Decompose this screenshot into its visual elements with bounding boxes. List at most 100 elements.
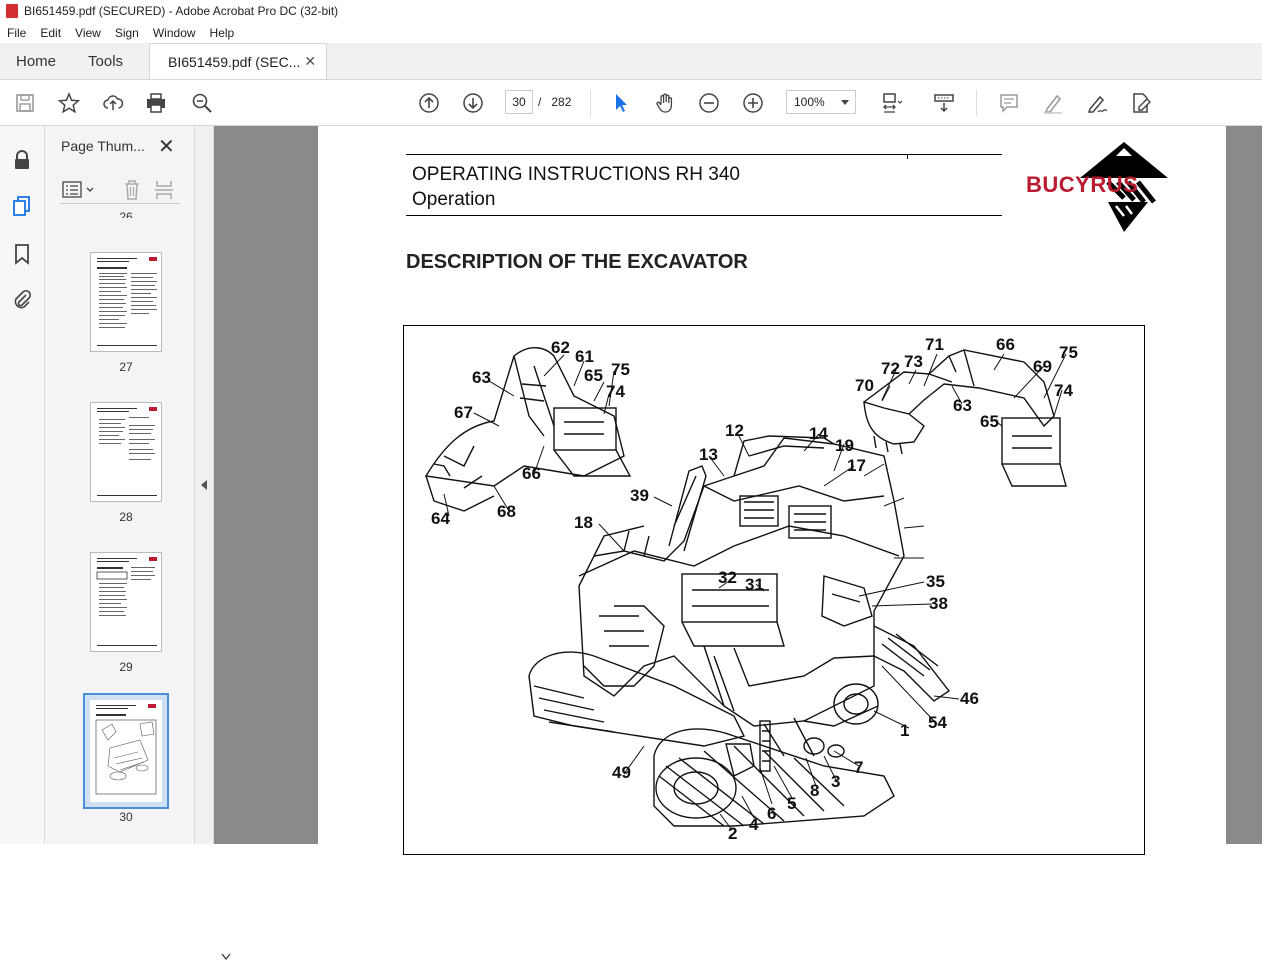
- hand-tool-icon[interactable]: [651, 89, 679, 117]
- delete-page-icon[interactable]: [122, 179, 142, 201]
- tab-bar: Home Tools BI651459.pdf (SEC... ✕: [0, 43, 1262, 80]
- bookmark-icon[interactable]: [10, 242, 34, 266]
- highlight-pen-icon[interactable]: [1039, 89, 1067, 117]
- page-fit-icon[interactable]: [878, 89, 906, 117]
- pdf-app-icon: [6, 4, 18, 18]
- callout-number: 5: [787, 794, 797, 813]
- attachment-icon[interactable]: [10, 288, 34, 312]
- document-header: OPERATING INSTRUCTIONS RH 340 Operation: [406, 154, 1002, 216]
- callout-number: 46: [960, 689, 979, 708]
- callout-number: 1: [900, 721, 910, 740]
- close-panel-icon[interactable]: ✕: [158, 134, 175, 159]
- menu-bar: File Edit View Sign Window Help: [0, 22, 1262, 43]
- page-thumbnails-panel: Page Thum... ✕ 26 27 28 29 30: [45, 126, 232, 961]
- zoom-search-icon[interactable]: [188, 89, 216, 117]
- tab-document[interactable]: BI651459.pdf (SEC... ✕: [149, 43, 328, 79]
- callout-number: 72: [881, 359, 900, 378]
- thumbnail-label-28: 28: [119, 510, 133, 524]
- callout-number: 54: [928, 713, 947, 732]
- callout-number: 75: [611, 360, 630, 379]
- callout-number: 39: [630, 486, 649, 505]
- zoom-in-icon[interactable]: [739, 89, 767, 117]
- comment-icon[interactable]: [995, 89, 1023, 117]
- tab-document-label: BI651459.pdf (SEC...: [168, 53, 301, 70]
- callout-number: 69: [1033, 357, 1052, 376]
- callout-number: 73: [904, 352, 923, 371]
- callout-number: 67: [454, 403, 473, 422]
- callout-number: 61: [575, 347, 594, 366]
- toolbar-divider: [590, 90, 591, 116]
- callout-number: 66: [522, 464, 541, 483]
- zoom-out-icon[interactable]: [695, 89, 723, 117]
- menu-help[interactable]: Help: [203, 26, 242, 40]
- collapse-arrow-icon: [201, 480, 207, 490]
- menu-file[interactable]: File: [0, 26, 33, 40]
- callout-number: 74: [606, 382, 625, 401]
- save-icon[interactable]: [11, 89, 39, 117]
- callout-number: 6: [767, 804, 777, 823]
- callout-number: 7: [854, 758, 864, 777]
- callout-number: 4: [749, 815, 759, 834]
- thumbnail-page-28[interactable]: [90, 402, 162, 502]
- cloud-upload-icon[interactable]: [99, 89, 127, 117]
- thumbnail-page-29[interactable]: [90, 552, 162, 652]
- zoom-level-select[interactable]: 100%: [786, 90, 856, 114]
- tab-tools[interactable]: Tools: [72, 43, 139, 79]
- thumbnail-label-27: 27: [119, 360, 133, 374]
- callout-number: 70: [855, 376, 874, 395]
- section-heading: DESCRIPTION OF THE EXCAVATOR: [406, 251, 748, 273]
- excavator-drawing: [424, 347, 1067, 831]
- document-subtitle: Operation: [412, 189, 496, 210]
- thumbnail-page-27[interactable]: [90, 252, 162, 352]
- extract-page-icon[interactable]: [154, 179, 174, 201]
- toolbar-divider: [976, 90, 977, 116]
- main-toolbar: 30 / 282 100%: [0, 80, 1262, 126]
- callout-number: 3: [831, 772, 841, 791]
- callout-number: 64: [431, 509, 450, 528]
- thumbnail-page-30-selected[interactable]: [83, 693, 169, 809]
- star-bookmark-icon[interactable]: [55, 89, 83, 117]
- callout-number: 35: [926, 572, 945, 591]
- callout-number: 66: [996, 335, 1015, 354]
- window-title: BI651459.pdf (SECURED) - Adobe Acrobat P…: [24, 4, 339, 18]
- menu-view[interactable]: View: [68, 26, 108, 40]
- callout-number: 38: [929, 594, 948, 613]
- page-number-input[interactable]: 30: [505, 90, 533, 114]
- zoom-level-value: 100%: [794, 95, 825, 109]
- callout-number: 71: [925, 335, 944, 354]
- document-scrollbar[interactable]: [1228, 126, 1262, 844]
- options-menu-icon[interactable]: [62, 181, 98, 199]
- thumbnail-label-29: 29: [119, 660, 133, 674]
- print-icon[interactable]: [142, 89, 170, 117]
- document-title: OPERATING INSTRUCTIONS RH 340: [412, 164, 740, 185]
- panel-collapse-handle[interactable]: [195, 126, 214, 844]
- menu-edit[interactable]: Edit: [33, 26, 68, 40]
- chevron-down-icon: [841, 100, 849, 105]
- select-cursor-icon[interactable]: [607, 89, 635, 117]
- edit-document-icon[interactable]: [1127, 89, 1155, 117]
- excavator-diagram: 62 61 75 63 65 74 67 66 68 64 12 14 13 1…: [403, 325, 1145, 855]
- callout-number: 49: [612, 763, 631, 782]
- close-tab-icon[interactable]: ✕: [304, 53, 316, 70]
- page-thumbnails-icon[interactable]: [10, 194, 34, 218]
- callout-number: 2: [728, 824, 738, 843]
- sign-pen-icon[interactable]: [1083, 89, 1111, 117]
- pdf-page: OPERATING INSTRUCTIONS RH 340 Operation …: [318, 126, 1226, 855]
- callout-number: 63: [953, 396, 972, 415]
- menu-window[interactable]: Window: [146, 26, 203, 40]
- callout-number: 75: [1059, 343, 1078, 362]
- left-tool-rail: [0, 126, 45, 844]
- callout-number: 8: [810, 781, 820, 800]
- previous-page-icon[interactable]: [415, 89, 443, 117]
- tab-home[interactable]: Home: [0, 43, 72, 79]
- callout-number: 32: [718, 568, 737, 587]
- title-bar: BI651459.pdf (SECURED) - Adobe Acrobat P…: [0, 0, 1262, 22]
- next-page-icon[interactable]: [459, 89, 487, 117]
- thumbnails-panel-title: Page Thum...: [61, 138, 145, 154]
- scroll-mode-icon[interactable]: [930, 89, 958, 117]
- callout-number: 62: [551, 338, 570, 357]
- callout-number: 68: [497, 502, 516, 521]
- document-viewer[interactable]: OPERATING INSTRUCTIONS RH 340 Operation …: [214, 126, 1262, 855]
- menu-sign[interactable]: Sign: [108, 26, 146, 40]
- lock-icon[interactable]: [10, 148, 34, 172]
